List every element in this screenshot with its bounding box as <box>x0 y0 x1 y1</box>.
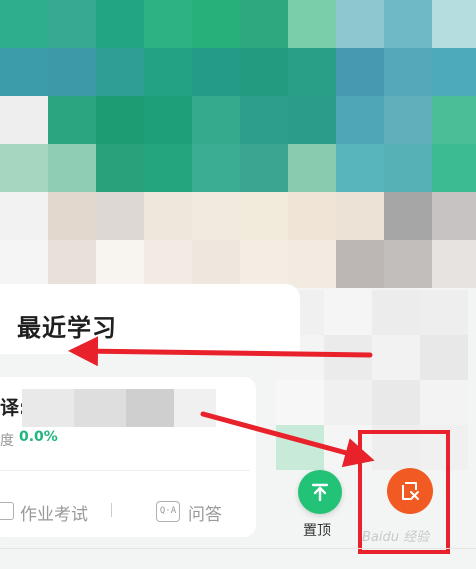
mosaic-tile <box>144 144 192 192</box>
mosaic-tile <box>48 48 96 96</box>
mosaic-tile <box>0 144 48 192</box>
mosaic-tile <box>288 48 336 96</box>
mosaic-tile <box>144 96 192 144</box>
blurred-course-name <box>126 389 174 427</box>
mosaic-tile <box>192 192 240 240</box>
mosaic-tile <box>48 144 96 192</box>
homework-exam-link[interactable]: 作业考试 <box>20 500 88 525</box>
mosaic-tile <box>336 240 384 288</box>
mosaic-tile <box>240 240 288 288</box>
progress-label: 度 <box>0 433 14 449</box>
watermark: Baidu 经验 <box>362 530 430 545</box>
mosaic-tile <box>288 192 336 240</box>
mosaic-tile <box>372 335 420 380</box>
mosaic-tile <box>324 380 372 425</box>
mosaic-tile <box>192 144 240 192</box>
mosaic-tile <box>240 192 288 240</box>
mosaic-tile <box>336 0 384 48</box>
arrow-up-to-top-icon <box>311 483 329 502</box>
mosaic-tile <box>288 240 336 288</box>
mosaic-tile <box>336 144 384 192</box>
mosaic-tile <box>240 144 288 192</box>
pin-to-top-button[interactable] <box>298 470 342 514</box>
mosaic-tile <box>336 192 384 240</box>
checkbox-icon <box>0 502 14 520</box>
mosaic-tile <box>384 144 432 192</box>
mosaic-tile <box>240 96 288 144</box>
blurred-banner-image <box>0 0 476 290</box>
blurred-course-name <box>74 389 126 427</box>
mosaic-tile <box>288 144 336 192</box>
mosaic-tile <box>324 290 372 335</box>
mosaic-tile <box>48 0 96 48</box>
mosaic-tile <box>372 290 420 335</box>
mosaic-tile <box>240 0 288 48</box>
mosaic-tile <box>420 290 468 335</box>
mosaic-tile <box>192 48 240 96</box>
mosaic-tile <box>144 0 192 48</box>
bottom-divider <box>0 548 476 549</box>
mosaic-tile <box>96 192 144 240</box>
mosaic-tile <box>0 240 48 288</box>
mosaic-tile <box>48 240 96 288</box>
progress-value: 0.0% <box>19 429 58 445</box>
mosaic-tile <box>336 96 384 144</box>
mosaic-tile <box>372 380 420 425</box>
card-divider <box>0 470 250 471</box>
mosaic-tile <box>432 0 476 48</box>
mosaic-tile <box>0 192 48 240</box>
mosaic-tile <box>432 144 476 192</box>
qa-link[interactable]: 问答 <box>188 500 222 525</box>
mosaic-tile <box>192 240 240 288</box>
mosaic-tile <box>336 48 384 96</box>
mosaic-tile <box>432 96 476 144</box>
mosaic-tile <box>384 0 432 48</box>
mosaic-tile <box>0 48 48 96</box>
mosaic-tile <box>0 0 48 48</box>
mosaic-tile <box>420 380 468 425</box>
blurred-course-name <box>174 389 216 427</box>
section-title: 最近学习 <box>17 314 117 342</box>
mosaic-tile <box>432 48 476 96</box>
mosaic-tile <box>144 192 192 240</box>
mosaic-tile <box>0 96 48 144</box>
mosaic-tile <box>384 96 432 144</box>
mosaic-tile <box>48 96 96 144</box>
mosaic-tile <box>420 335 468 380</box>
tool-separator <box>111 503 112 517</box>
mosaic-tile <box>48 192 96 240</box>
mosaic-tile <box>384 240 432 288</box>
mosaic-tile <box>288 96 336 144</box>
mosaic-tile <box>324 335 372 380</box>
mosaic-tile <box>96 144 144 192</box>
blurred-course-name <box>22 389 74 427</box>
mosaic-tile <box>276 425 324 470</box>
mosaic-tile <box>144 48 192 96</box>
mosaic-tile <box>96 96 144 144</box>
qa-icon: Q·A <box>156 501 180 522</box>
pin-to-top-label: 置顶 <box>303 523 331 539</box>
mosaic-tile <box>144 240 192 288</box>
mosaic-tile <box>276 380 324 425</box>
mosaic-tile <box>240 48 288 96</box>
mosaic-tile <box>288 0 336 48</box>
mosaic-tile <box>384 48 432 96</box>
mosaic-tile <box>192 0 240 48</box>
mosaic-tile <box>96 0 144 48</box>
mosaic-tile <box>432 192 476 240</box>
mosaic-tile <box>192 96 240 144</box>
mosaic-tile <box>96 240 144 288</box>
mosaic-tile <box>96 48 144 96</box>
mosaic-tile <box>432 240 476 288</box>
mosaic-tile <box>384 192 432 240</box>
